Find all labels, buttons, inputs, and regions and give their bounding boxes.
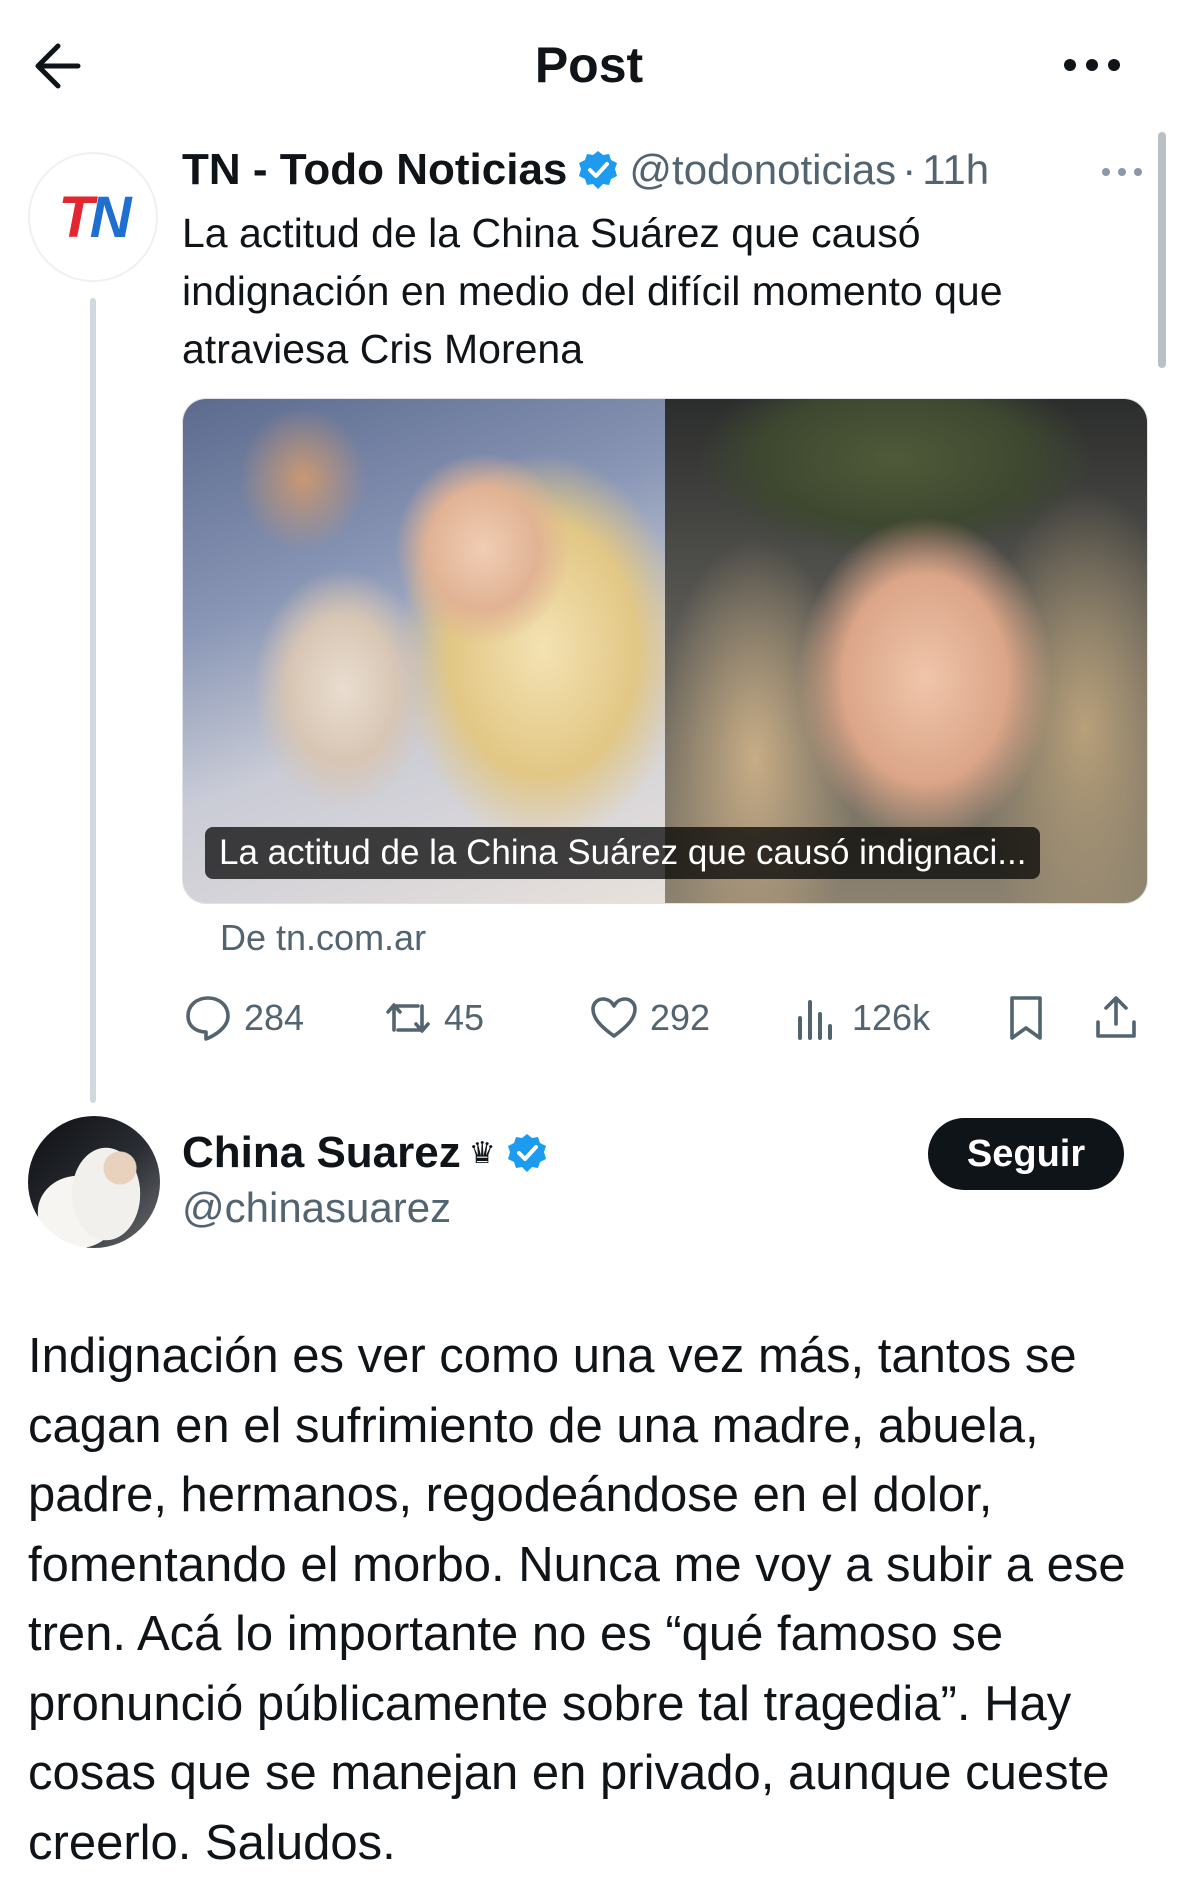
author-handle[interactable]: @todonoticias xyxy=(629,146,896,194)
tn-avatar[interactable]: TN xyxy=(28,152,158,282)
like-count: 292 xyxy=(650,997,711,1038)
card-caption: La actitud de la China Suárez que causó … xyxy=(205,827,1041,879)
author-name[interactable]: China Suarez xyxy=(182,1128,461,1178)
follow-button[interactable]: Seguir xyxy=(928,1118,1124,1190)
analytics-icon xyxy=(798,1000,832,1040)
bookmark-icon xyxy=(1010,996,1042,1040)
reply-button[interactable]: 284 xyxy=(182,990,304,1046)
author-avatar[interactable] xyxy=(28,1116,160,1248)
card-source[interactable]: De tn.com.ar xyxy=(220,914,426,962)
post-more-icon[interactable] xyxy=(1098,160,1146,184)
thread-connector-line xyxy=(90,298,96,1103)
quoted-post-text: La actitud de la China Suárez que causó … xyxy=(182,210,1003,372)
repost-count: 45 xyxy=(444,997,485,1038)
post-time[interactable]: 11h xyxy=(922,146,989,194)
post-header: China Suarez ♛ xyxy=(182,1124,558,1182)
reply-count: 284 xyxy=(244,997,305,1038)
view-count: 126k xyxy=(852,997,931,1038)
link-card[interactable]: La actitud de la China Suárez que causó … xyxy=(182,398,1148,904)
like-button[interactable]: 292 xyxy=(588,990,710,1046)
crown-icon: ♛ xyxy=(468,1136,496,1170)
bookmark-button[interactable] xyxy=(1000,990,1062,1046)
repost-icon xyxy=(386,1003,430,1033)
verified-badge-icon xyxy=(577,149,619,191)
views-button[interactable]: 126k xyxy=(790,990,930,1046)
tn-logo: TN xyxy=(58,184,131,250)
post-text: Indignación es ver como una vez más, tan… xyxy=(28,1329,1126,1870)
heart-icon xyxy=(591,997,637,1038)
repost-button[interactable]: 45 xyxy=(382,990,484,1046)
page-title: Post xyxy=(534,37,644,93)
author-name[interactable]: TN - Todo Noticias xyxy=(182,145,567,195)
verified-badge-icon xyxy=(506,1132,548,1174)
share-button[interactable] xyxy=(1090,990,1152,1046)
separator-dot: · xyxy=(902,146,917,193)
reply-icon xyxy=(186,996,230,1041)
more-options-icon[interactable] xyxy=(1060,40,1140,90)
tn-post-header: TN - Todo Noticias @todonoticias · 11h xyxy=(182,142,989,198)
share-icon xyxy=(1096,996,1136,1038)
author-handle[interactable]: @chinasuarez xyxy=(182,1180,451,1236)
scrollbar[interactable] xyxy=(1158,132,1166,368)
